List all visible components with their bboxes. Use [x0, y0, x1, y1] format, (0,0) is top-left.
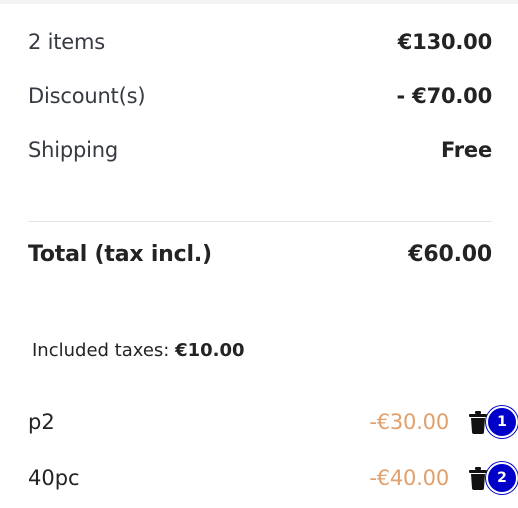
items-label: 2 items [28, 30, 106, 54]
items-value: €130.00 [397, 30, 492, 54]
voucher-amount: -€30.00 [369, 410, 449, 434]
total-row: Total (tax incl.) €60.00 [28, 242, 492, 267]
items-row: 2 items €130.00 [28, 30, 492, 54]
top-strip [0, 0, 518, 4]
shipping-value: Free [440, 138, 492, 162]
voucher-badge: 2 [486, 462, 518, 494]
total-label: Total (tax incl.) [28, 242, 212, 267]
trash-icon[interactable] [469, 466, 487, 490]
total-value: €60.00 [408, 242, 492, 267]
discount-value: - €70.00 [396, 84, 493, 108]
taxes-label: Included taxes: [32, 340, 170, 361]
voucher-row: p2 -€30.00 1 [28, 406, 518, 438]
voucher-name: p2 [28, 410, 55, 434]
included-taxes: Included taxes: €10.00 [32, 340, 245, 361]
voucher-row: 40pc -€40.00 2 [28, 462, 518, 494]
voucher-amount: -€40.00 [369, 466, 449, 490]
divider [28, 221, 492, 222]
taxes-value: €10.00 [175, 340, 245, 361]
discount-label: Discount(s) [28, 84, 146, 108]
voucher-name: 40pc [28, 466, 80, 490]
shipping-row: Shipping Free [28, 138, 492, 162]
shipping-label: Shipping [28, 138, 119, 162]
trash-icon[interactable] [469, 410, 487, 434]
voucher-badge: 1 [486, 406, 518, 438]
discount-row: Discount(s) - €70.00 [28, 84, 492, 108]
